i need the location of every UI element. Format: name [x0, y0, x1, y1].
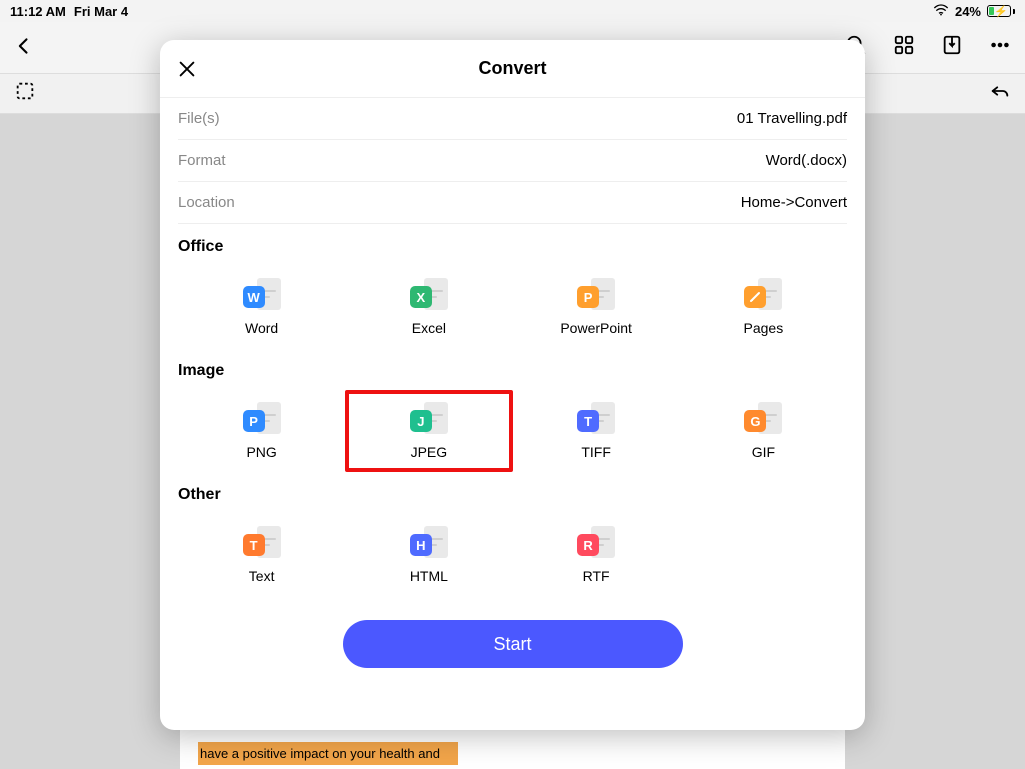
format-word[interactable]: W Word [178, 266, 345, 348]
format-text[interactable]: T Text [178, 514, 345, 596]
format-jpeg[interactable]: J JPEG [345, 390, 512, 472]
modal-header: Convert [160, 40, 865, 98]
format-word-label: Word [245, 320, 278, 336]
format-png[interactable]: P PNG [178, 390, 345, 472]
info-row-location[interactable]: Location Home->Convert [178, 182, 847, 224]
battery-icon: ⚡ [987, 5, 1015, 17]
location-value: Home->Convert [741, 194, 847, 211]
section-other-title: Other [178, 486, 847, 504]
status-date: Fri Mar 4 [74, 4, 128, 19]
format-png-label: PNG [246, 444, 276, 460]
grid-icon[interactable] [893, 34, 915, 61]
format-gif-label: GIF [752, 444, 775, 460]
wifi-icon [933, 4, 949, 19]
format-text-label: Text [249, 568, 275, 584]
document-highlight: have a positive impact on your health an… [198, 742, 458, 766]
info-row-files[interactable]: File(s) 01 Travelling.pdf [178, 98, 847, 140]
format-html-label: HTML [410, 568, 448, 584]
format-html[interactable]: H HTML [345, 514, 512, 596]
format-excel[interactable]: X Excel [345, 266, 512, 348]
files-value: 01 Travelling.pdf [737, 110, 847, 127]
format-value: Word(.docx) [766, 152, 847, 169]
location-label: Location [178, 194, 235, 211]
format-jpeg-label: JPEG [411, 444, 448, 460]
bookmark-icon[interactable] [941, 34, 963, 61]
format-rtf[interactable]: R RTF [513, 514, 680, 596]
format-pages-label: Pages [744, 320, 784, 336]
back-button[interactable] [14, 32, 34, 63]
section-image-title: Image [178, 362, 847, 380]
info-row-format[interactable]: Format Word(.docx) [178, 140, 847, 182]
format-rtf-label: RTF [583, 568, 610, 584]
close-button[interactable] [176, 58, 198, 85]
selection-icon[interactable] [14, 80, 36, 107]
format-powerpoint[interactable]: P PowerPoint [513, 266, 680, 348]
undo-icon[interactable] [989, 80, 1011, 107]
format-tiff-label: TIFF [581, 444, 611, 460]
modal-title: Convert [478, 58, 546, 79]
files-label: File(s) [178, 110, 220, 127]
format-pages[interactable]: Pages [680, 266, 847, 348]
status-bar: 11:12 AM Fri Mar 4 24% ⚡ [0, 0, 1025, 22]
convert-modal: Convert File(s) 01 Travelling.pdf Format… [160, 40, 865, 730]
format-label: Format [178, 152, 226, 169]
format-powerpoint-label: PowerPoint [560, 320, 632, 336]
format-gif[interactable]: G GIF [680, 390, 847, 472]
more-icon[interactable] [989, 34, 1011, 61]
start-button-label: Start [493, 634, 531, 655]
start-button[interactable]: Start [343, 620, 683, 668]
format-tiff[interactable]: T TIFF [513, 390, 680, 472]
section-office-title: Office [178, 238, 847, 256]
format-excel-label: Excel [412, 320, 446, 336]
status-time: 11:12 AM [10, 4, 66, 19]
battery-percent: 24% [955, 4, 981, 19]
